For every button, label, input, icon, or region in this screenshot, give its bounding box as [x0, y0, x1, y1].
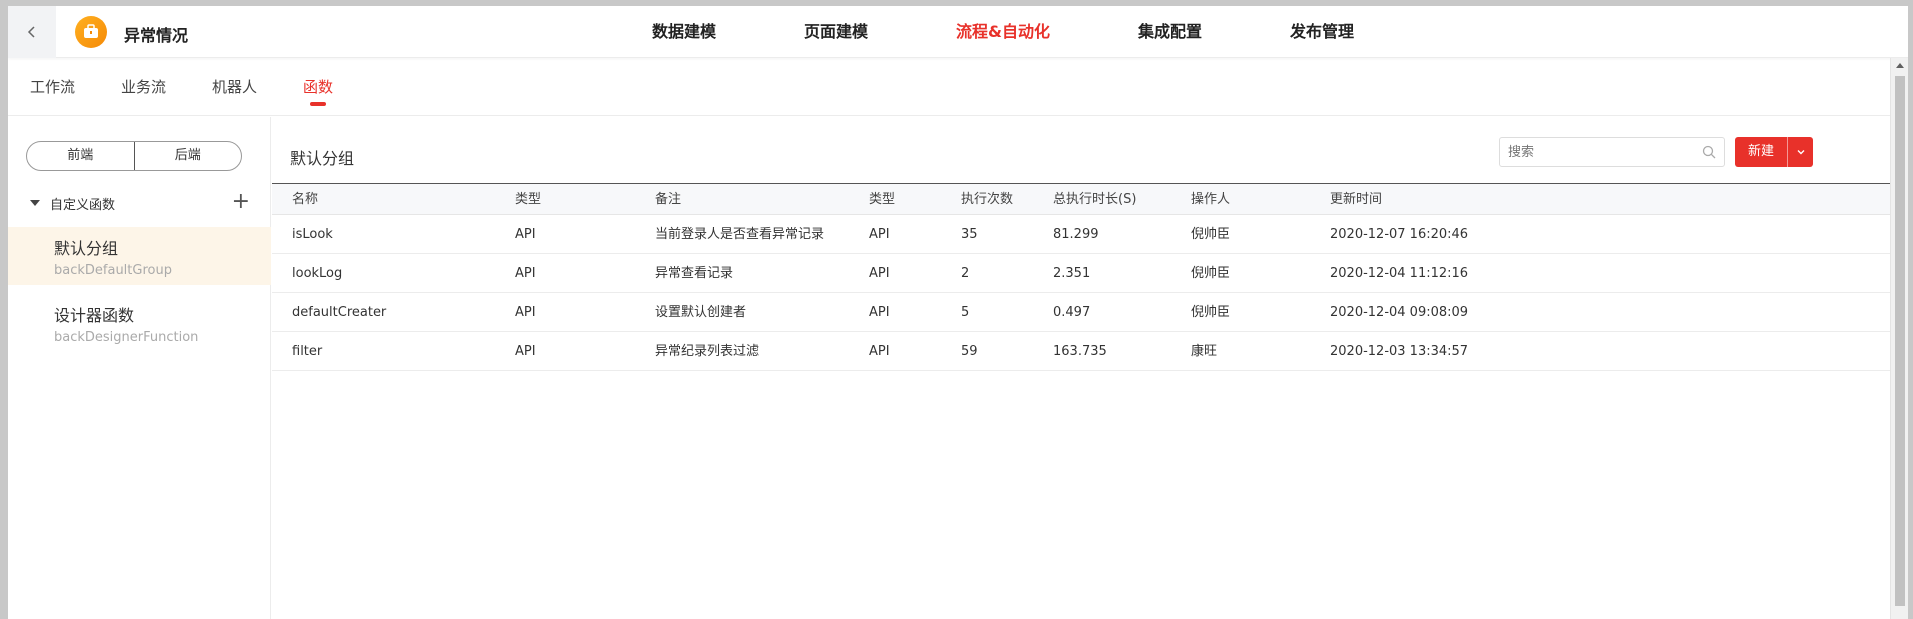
- app-logo: [75, 16, 107, 48]
- table-header: 名称 类型 备注 类型 执行次数 总执行时长(S) 操作人 更新时间: [272, 183, 1890, 215]
- new-button[interactable]: 新建: [1735, 137, 1813, 167]
- cell-name: lookLog: [292, 266, 343, 281]
- caret-down-icon: [30, 200, 40, 206]
- cell-type: API: [515, 266, 536, 281]
- search-icon[interactable]: [1702, 145, 1716, 159]
- col-name: 名称: [292, 192, 319, 207]
- segment-frontend[interactable]: 前端: [27, 142, 134, 170]
- new-button-label: 新建: [1747, 144, 1774, 159]
- cell-type-2: API: [869, 266, 890, 281]
- cell-type: API: [515, 305, 536, 320]
- new-dropdown-toggle[interactable]: [1787, 137, 1813, 167]
- table-row[interactable]: defaultCreater API 设置默认创建者 API 5 0.497 倪…: [272, 293, 1890, 332]
- top-bar: 异常情况 数据建模 页面建模 流程&自动化 集成配置 发布管理: [8, 6, 1908, 58]
- nav-release-management[interactable]: 发布管理: [1246, 6, 1398, 58]
- main-nav: 数据建模 页面建模 流程&自动化 集成配置 发布管理: [608, 6, 1398, 58]
- cell-exec-duration: 0.497: [1053, 305, 1091, 320]
- cell-remark: 异常查看记录: [655, 266, 734, 281]
- sub-tabs: 工作流 业务流 机器人 函数: [8, 58, 1890, 116]
- plus-icon[interactable]: +: [232, 191, 250, 213]
- group-code: backDefaultGroup: [54, 263, 172, 278]
- cell-operator: 康旺: [1191, 344, 1218, 359]
- functions-table: 名称 类型 备注 类型 执行次数 总执行时长(S) 操作人 更新时间 isLoo…: [272, 183, 1890, 371]
- cell-remark: 当前登录人是否查看异常记录: [655, 227, 825, 242]
- tab-robot[interactable]: 机器人: [212, 58, 257, 116]
- nav-integration-config[interactable]: 集成配置: [1094, 6, 1246, 58]
- app-title: 异常情况: [124, 26, 189, 45]
- cell-operator: 倪帅臣: [1191, 266, 1231, 281]
- cell-exec-duration: 163.735: [1053, 344, 1107, 359]
- cell-updated-time: 2020-12-04 09:08:09: [1330, 305, 1469, 320]
- frontend-backend-toggle: 前端 后端: [26, 141, 242, 171]
- col-type-2: 类型: [869, 192, 896, 207]
- search-input[interactable]: [1500, 138, 1690, 166]
- group-name: 默认分组: [54, 239, 119, 258]
- cell-type: API: [515, 344, 536, 359]
- col-type: 类型: [515, 192, 542, 207]
- nav-process-automation[interactable]: 流程&自动化: [912, 6, 1094, 58]
- cell-exec-duration: 2.351: [1053, 266, 1091, 281]
- cell-operator: 倪帅臣: [1191, 227, 1231, 242]
- cell-exec-count: 59: [961, 344, 978, 359]
- cell-type-2: API: [869, 344, 890, 359]
- cell-remark: 设置默认创建者: [655, 305, 747, 320]
- tab-workflow[interactable]: 工作流: [30, 58, 75, 116]
- col-exec-duration: 总执行时长(S): [1053, 192, 1137, 207]
- section-label: 自定义函数: [50, 197, 116, 213]
- main-content: 默认分组 新建 名称 类型 备注 类型 执行次数 总执行时长(S) 操作人: [272, 117, 1890, 619]
- cell-name: isLook: [292, 227, 333, 242]
- col-remark: 备注: [655, 192, 682, 207]
- chevron-left-icon: [27, 26, 35, 38]
- nav-page-modeling[interactable]: 页面建模: [760, 6, 912, 58]
- cell-name: defaultCreater: [292, 305, 387, 320]
- scrollbar-thumb[interactable]: [1895, 76, 1905, 606]
- cell-type: API: [515, 227, 536, 242]
- cell-remark: 异常纪录列表过滤: [655, 344, 760, 359]
- cell-exec-count: 35: [961, 227, 978, 242]
- cell-updated-time: 2020-12-04 11:12:16: [1330, 266, 1469, 281]
- chevron-down-icon: [1797, 150, 1804, 155]
- search-box: [1499, 137, 1725, 167]
- group-name: 设计器函数: [54, 306, 135, 325]
- table-row[interactable]: isLook API 当前登录人是否查看异常记录 API 35 81.299 倪…: [272, 215, 1890, 254]
- segment-backend[interactable]: 后端: [133, 142, 242, 170]
- cell-name: filter: [292, 344, 323, 359]
- tab-functions[interactable]: 函数: [303, 58, 333, 116]
- col-exec-count: 执行次数: [961, 192, 1014, 207]
- tab-business-flow[interactable]: 业务流: [121, 58, 166, 116]
- scroll-up-icon[interactable]: [1891, 58, 1908, 72]
- table-row[interactable]: lookLog API 异常查看记录 API 2 2.351 倪帅臣 2020-…: [272, 254, 1890, 293]
- cell-exec-count: 5: [961, 305, 970, 320]
- cell-updated-time: 2020-12-03 13:34:57: [1330, 344, 1469, 359]
- back-button[interactable]: [8, 6, 56, 58]
- cell-exec-count: 2: [961, 266, 970, 281]
- sidebar: 前端 后端 自定义函数 + 默认分组 backDefaultGroup 设计器函…: [8, 117, 271, 619]
- nav-data-modeling[interactable]: 数据建模: [608, 6, 760, 58]
- custom-functions-section[interactable]: 自定义函数 +: [30, 191, 250, 215]
- page-title: 默认分组: [290, 149, 355, 168]
- group-code: backDesignerFunction: [54, 330, 199, 345]
- cell-type-2: API: [869, 305, 890, 320]
- cell-type-2: API: [869, 227, 890, 242]
- cell-exec-duration: 81.299: [1053, 227, 1099, 242]
- group-item-default[interactable]: 默认分组 backDefaultGroup: [8, 227, 271, 285]
- col-updated-time: 更新时间: [1330, 192, 1383, 207]
- vertical-scrollbar[interactable]: [1890, 58, 1908, 619]
- cell-operator: 倪帅臣: [1191, 305, 1231, 320]
- cell-updated-time: 2020-12-07 16:20:46: [1330, 227, 1469, 242]
- group-item-designer[interactable]: 设计器函数 backDesignerFunction: [8, 294, 271, 352]
- col-operator: 操作人: [1191, 192, 1231, 207]
- table-row[interactable]: filter API 异常纪录列表过滤 API 59 163.735 康旺 20…: [272, 332, 1890, 371]
- app-window: 异常情况 数据建模 页面建模 流程&自动化 集成配置 发布管理 工作流 业务流 …: [8, 6, 1908, 619]
- briefcase-icon: [84, 24, 98, 38]
